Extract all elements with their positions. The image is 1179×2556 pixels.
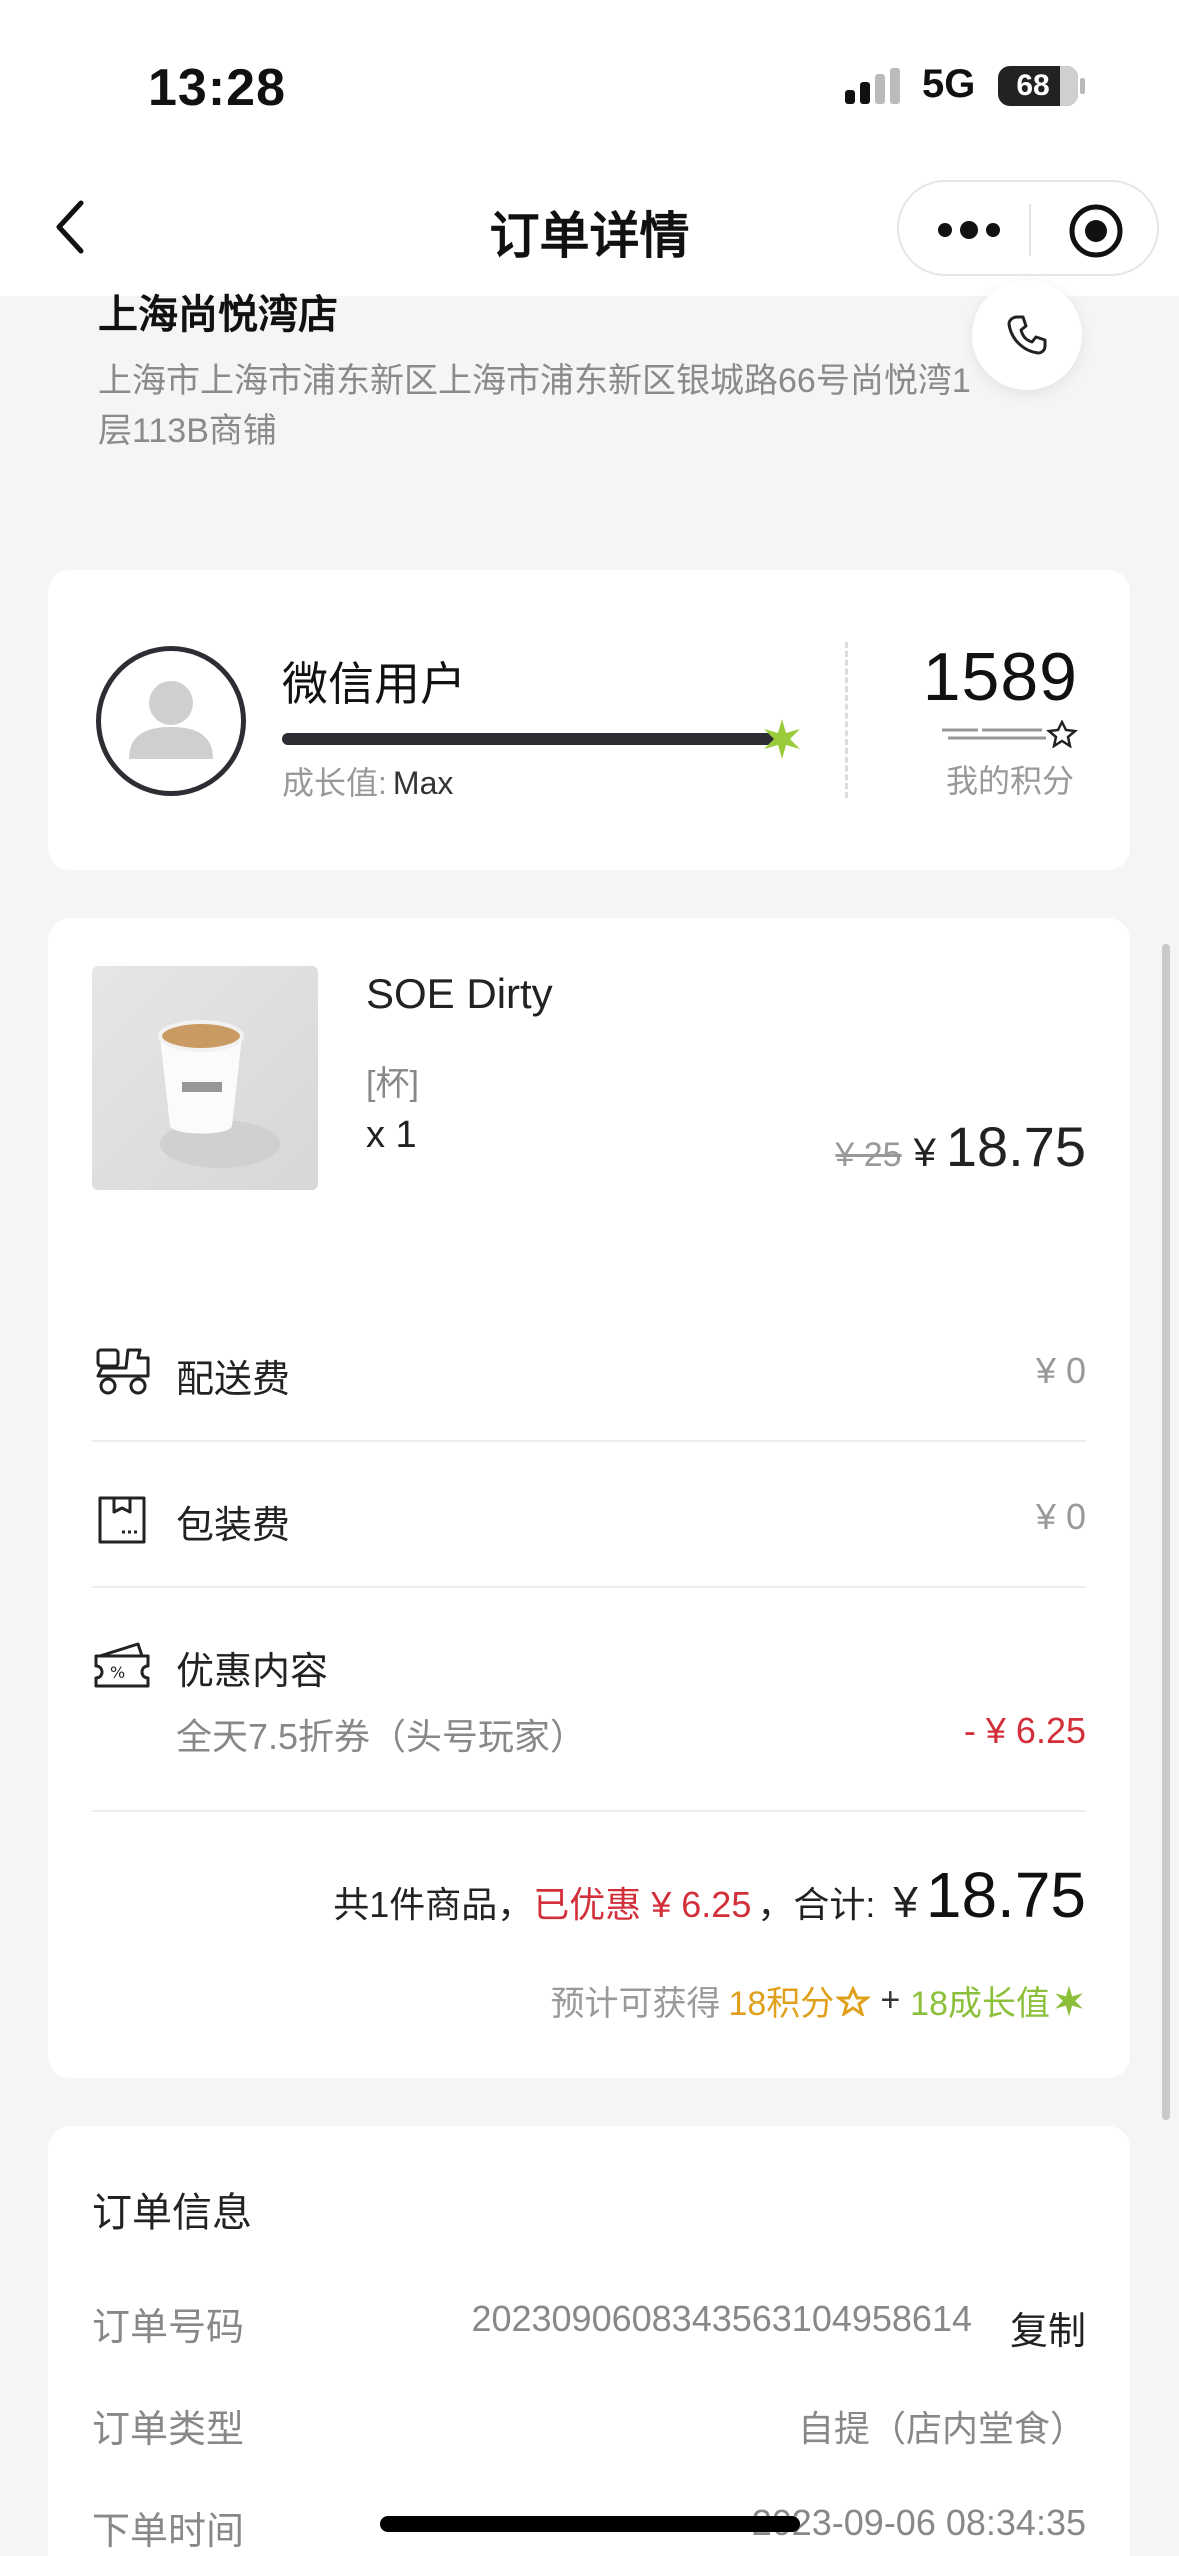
order-type-row: 订单类型 自提（店内堂食） <box>92 2398 1086 2458</box>
scrollbar[interactable] <box>1162 944 1170 2120</box>
avatar <box>96 646 246 796</box>
network-type: 5G <box>922 62 976 106</box>
order-card: SOE Dirty [杯] x 1 ¥ 25 ¥ 18.75 配送费 ¥ 0 包… <box>48 918 1130 2078</box>
more-dots-icon <box>938 221 1000 239</box>
growth-label: 成长值: <box>282 765 387 801</box>
delivery-fee-amount: ¥ 0 <box>1035 1350 1086 1391</box>
discount-item-amount: - ¥ 6.25 <box>963 1710 1086 1751</box>
points-label: 我的积分 <box>945 763 1074 799</box>
growth-number: Max <box>392 765 454 801</box>
nav-bar: 订单详情 <box>0 170 1179 296</box>
svg-text:%: % <box>110 1663 125 1682</box>
discount-label: 优惠内容 <box>176 1651 329 1693</box>
packaging-fee-row: 包装费 ¥ 0 <box>92 1486 1086 1556</box>
delivery-fee-label: 配送费 <box>176 1359 291 1401</box>
order-number-row: 订单号码 20230906083435631049586​14 <box>92 2296 972 2356</box>
growth-star-icon <box>1055 1985 1083 2016</box>
status-bar: 13:28 5G 68 <box>0 0 1179 170</box>
discount-item-name: 全天7.5折券（头号玩家） <box>176 1716 587 1757</box>
coffee-cup-image <box>158 1020 280 1168</box>
product-image <box>92 966 318 1190</box>
user-placeholder-icon <box>129 681 213 759</box>
capsule-divider <box>1029 204 1031 256</box>
total-amount: 18.75 <box>925 1859 1086 1931</box>
total-currency: ¥ <box>893 1878 918 1927</box>
member-card[interactable]: 微信用户 成长值: Max 1589 我的积分 <box>48 570 1130 870</box>
growth-progress-bar <box>282 719 800 759</box>
scooter-icon <box>96 1348 150 1395</box>
status-time: 13:28 <box>148 59 286 117</box>
product-name: SOE Dirty <box>366 970 553 1017</box>
call-store-button[interactable] <box>972 280 1082 390</box>
reward-points: 18积分 <box>728 1985 835 2023</box>
copy-button[interactable]: 复制 <box>1010 2300 1086 2355</box>
growth-progress-fill <box>282 733 782 745</box>
divider <box>92 1440 1086 1442</box>
growth-value: 成长值: Max <box>282 758 453 804</box>
saved-amount: 已优惠 ¥ 6.25 <box>533 1884 752 1925</box>
battery-level: 68 <box>1016 69 1050 102</box>
mini-program-capsule <box>897 180 1159 276</box>
order-number-label: 订单号码 <box>92 2307 245 2349</box>
member-divider <box>845 642 848 798</box>
more-button[interactable] <box>929 210 1009 250</box>
battery-tip <box>1080 78 1085 94</box>
reward-prefix: 预计可获得 <box>550 1985 721 2023</box>
total-label: ，合计: <box>757 1884 876 1925</box>
order-type-label: 订单类型 <box>92 2409 245 2451</box>
product-price: ¥ 25 ¥ 18.75 <box>835 1114 1086 1179</box>
username: 微信用户 <box>282 658 466 710</box>
signal-icon <box>845 68 900 104</box>
delivery-fee-row: 配送费 ¥ 0 <box>92 1340 1086 1410</box>
order-info-title: 订单信息 <box>92 2191 252 2235</box>
order-total: 共1件商品， 已优惠 ¥ 6.25 ，合计: ¥ 18.75 <box>333 1858 1086 1932</box>
phone-icon <box>1007 315 1047 355</box>
coupon-icon: % <box>94 1642 150 1688</box>
order-info-card: 订单信息 订单号码 20230906083435631049586​14 复制 … <box>48 2126 1130 2556</box>
order-type-value: 自提（店内堂食） <box>797 2408 1086 2449</box>
item-count: 共1件商品， <box>333 1884 534 1925</box>
divider <box>92 1810 1086 1812</box>
crown-icon <box>836 1985 871 2016</box>
discount-row: % 优惠内容 <box>92 1632 1086 1702</box>
order-time-label: 下单时间 <box>92 2511 245 2553</box>
packaging-fee-amount: ¥ 0 <box>1035 1496 1086 1537</box>
battery-icon: 68 <box>998 66 1078 106</box>
store-address: 上海市上海市浦东新区上海市浦东新区银城路66号尚悦湾1层113B商铺 <box>98 362 971 450</box>
product-spec: [杯] <box>366 1065 419 1103</box>
product-quantity: x 1 <box>366 1114 417 1156</box>
points-value: 1589 <box>922 639 1078 715</box>
price-currency: ¥ <box>913 1131 936 1175</box>
package-icon <box>98 1496 146 1544</box>
reward-plus: + <box>880 1981 901 2019</box>
order-number-value: 20230906083435631049586​14 <box>471 2298 972 2339</box>
reward-growth: 18成长值 <box>910 1985 1050 2023</box>
original-price: ¥ 25 <box>835 1136 902 1174</box>
points-star-icon <box>942 720 1078 748</box>
growth-star-icon <box>764 719 800 759</box>
reward-estimate: 预计可获得 18积分 + 18成长值 <box>550 1976 1086 2025</box>
divider <box>92 1586 1086 1588</box>
packaging-fee-label: 包装费 <box>176 1505 291 1547</box>
store-name: 上海尚悦湾店 <box>98 293 338 337</box>
current-price: 18.75 <box>945 1115 1086 1178</box>
order-time-value: 2023-09-06 08:34:35 <box>751 2502 1086 2543</box>
home-indicator[interactable] <box>380 2516 800 2532</box>
target-icon[interactable] <box>1067 202 1125 260</box>
